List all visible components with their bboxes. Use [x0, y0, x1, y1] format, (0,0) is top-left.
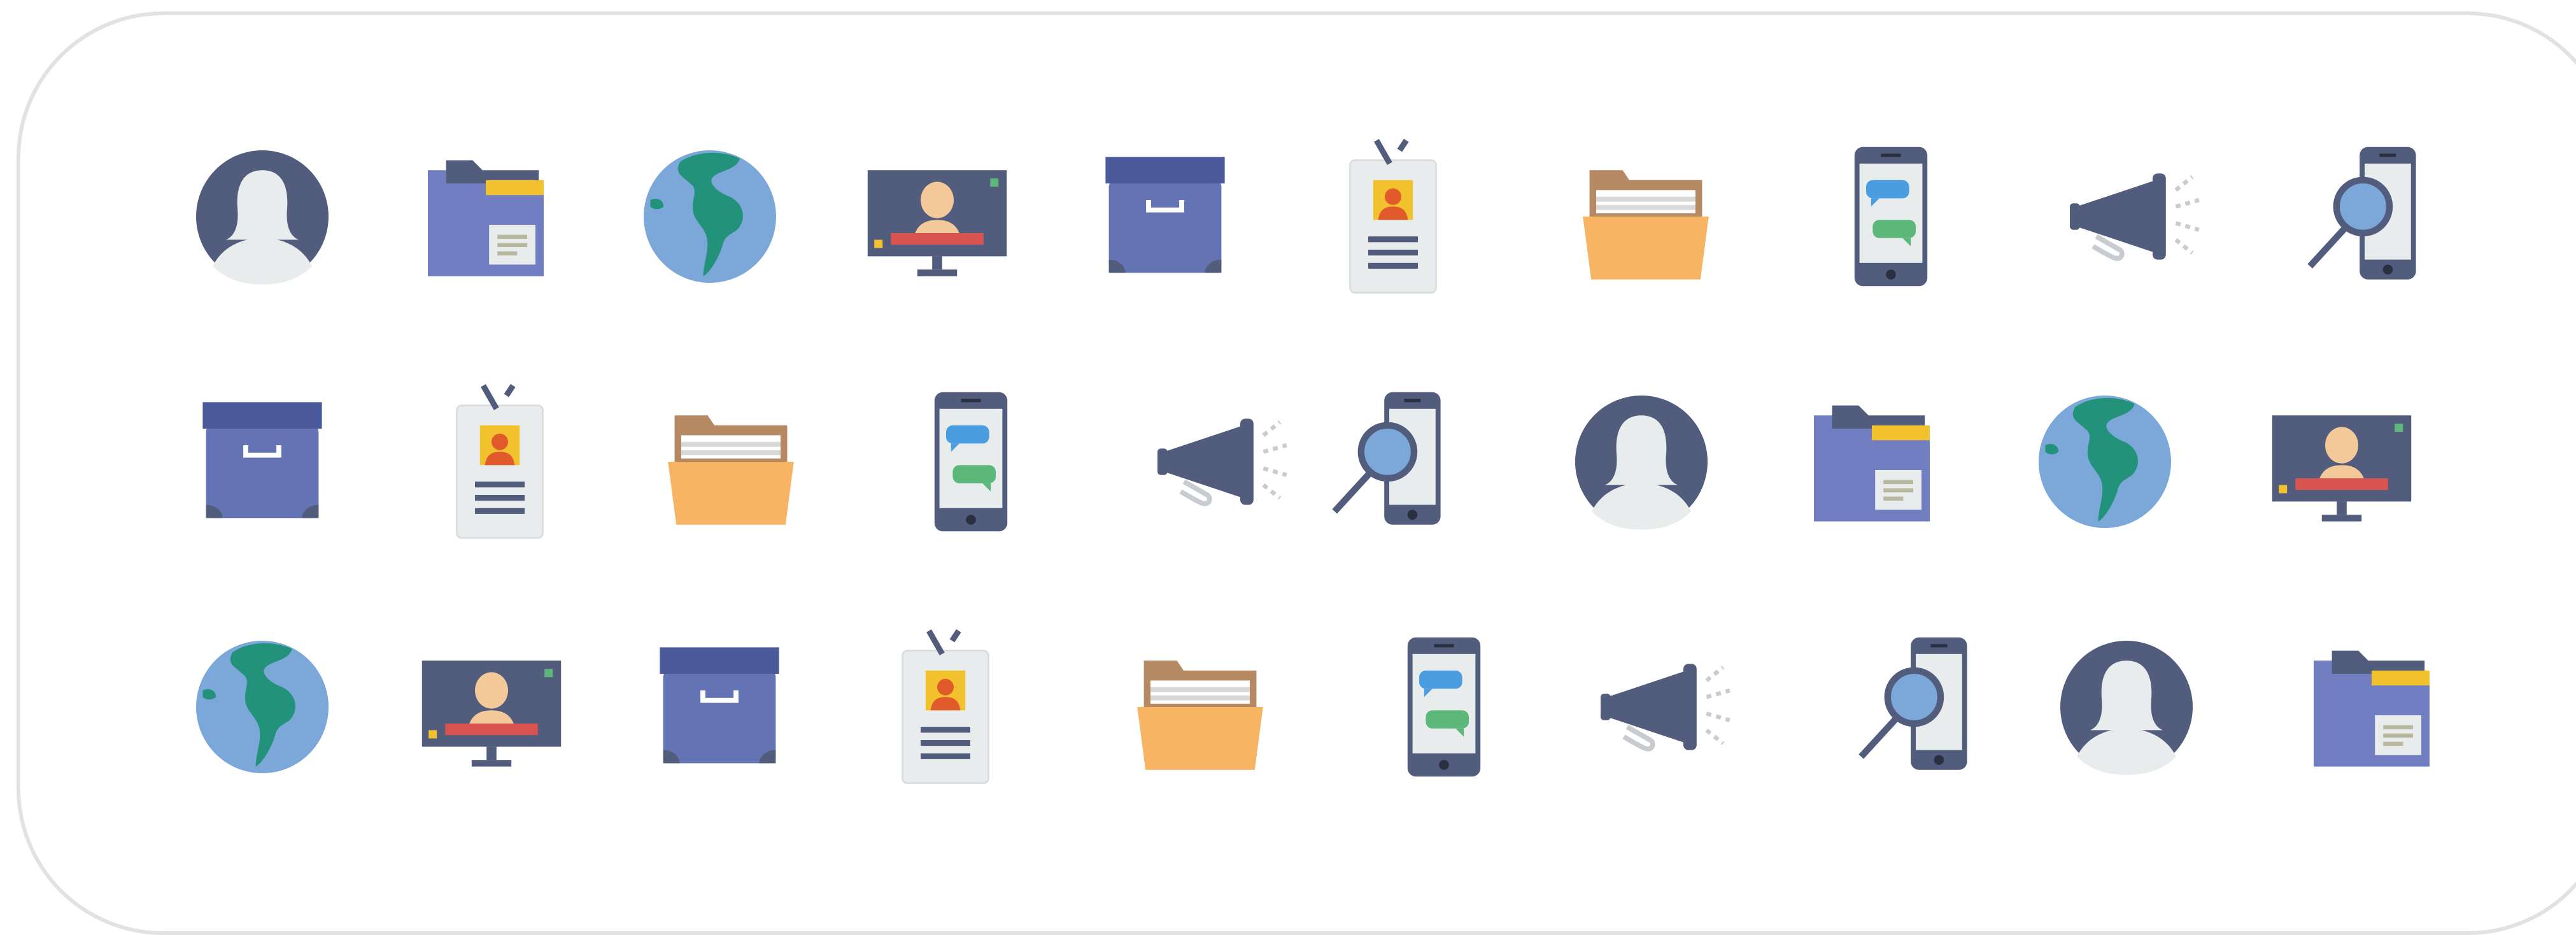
user-avatar-icon [167, 121, 358, 312]
user-avatar-icon [2031, 611, 2222, 803]
megaphone-icon [1128, 366, 1319, 557]
archive-box-icon [1070, 121, 1261, 312]
globe-icon [2009, 366, 2200, 557]
globe-icon [614, 121, 805, 312]
chat-phone-icon [1795, 121, 1986, 312]
monitor-profile-icon [842, 121, 1033, 312]
monitor-profile-icon [396, 611, 587, 803]
open-folder-icon [1550, 121, 1741, 312]
phone-search-icon [2277, 121, 2468, 312]
user-avatar-icon [1546, 366, 1737, 557]
chat-phone-icon [1348, 611, 1539, 803]
monitor-profile-icon [2246, 366, 2437, 557]
folder-document-icon [2276, 611, 2467, 803]
id-badge-icon [850, 611, 1041, 803]
open-folder-icon [1105, 611, 1296, 803]
phone-search-icon [1302, 366, 1493, 557]
folder-document-icon [1776, 366, 1967, 557]
megaphone-icon [2041, 121, 2232, 312]
id-badge-icon [404, 366, 595, 557]
id-badge-icon [1298, 121, 1489, 312]
chat-phone-icon [875, 366, 1066, 557]
globe-icon [167, 611, 358, 803]
archive-box-icon [624, 611, 815, 803]
megaphone-icon [1571, 611, 1762, 803]
phone-search-icon [1829, 611, 2020, 803]
folder-document-icon [390, 121, 581, 312]
archive-box-icon [167, 366, 358, 557]
open-folder-icon [635, 366, 826, 557]
